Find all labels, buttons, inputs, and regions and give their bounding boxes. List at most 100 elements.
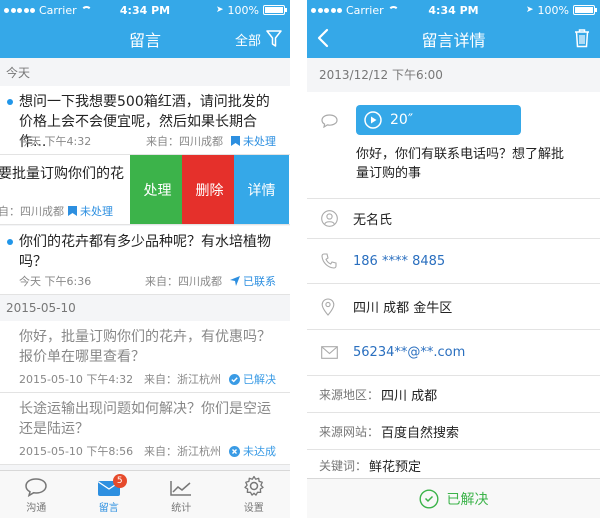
source-region-row: 来源地区： 四川 成都: [307, 376, 600, 413]
list-item[interactable]: 你好，批量订购你们的花卉，有优惠吗？报价单在哪里查看？ 2015-05-10 下…: [0, 321, 290, 393]
status-badge: 已联系: [230, 273, 276, 289]
message-date: 2013/12/12 下午6:00: [307, 58, 600, 92]
tab-label: 留言: [98, 503, 119, 514]
voice-message-button[interactable]: 20″: [356, 105, 521, 135]
source-region-value: 四川 成都: [381, 388, 438, 404]
contact-name-row: 无名氏: [307, 199, 600, 239]
trash-icon[interactable]: [574, 28, 590, 48]
list-item[interactable]: 长途运输出现问题如何解决？你们是空运还是陆运？ 2015-05-10 下午8:5…: [0, 393, 290, 465]
message-source: 来自：浙江杭州: [144, 445, 221, 458]
detail-button[interactable]: 详情: [234, 155, 289, 224]
carrier-label: Carrier: [346, 3, 384, 17]
phone-row[interactable]: 186 **** 8485: [307, 239, 600, 284]
status-badge: 已解决: [229, 371, 276, 387]
battery-percent: 100%: [537, 3, 569, 17]
battery-percent: 100%: [227, 3, 259, 17]
carrier-label: Carrier: [39, 3, 77, 17]
list-item[interactable]: 想问一下我想要500箱红酒，请问批发的价格上会不会便宜呢，然后如果长期合作...…: [0, 86, 290, 155]
bookmark-icon: [231, 136, 240, 146]
section-header-today: 今天: [0, 60, 290, 86]
nav-bar: 留言详情: [307, 20, 600, 58]
phone-number-link[interactable]: 186 **** 8485: [353, 239, 590, 283]
email-link[interactable]: 56234**@**.com: [353, 330, 590, 375]
message-block: 20″ 你好，你们有联系电话吗？想了解批量订购的事: [307, 92, 600, 199]
status-badge: 未处理: [68, 203, 113, 219]
gear-icon: [244, 475, 264, 496]
bookmark-icon: [68, 206, 77, 216]
status-bar: Carrier 4:34 PM ➤ 100%: [307, 0, 600, 20]
mail-icon: [321, 346, 338, 359]
message-time: 今天 下午6:36: [19, 275, 92, 288]
chat-bubble-icon: [25, 478, 48, 497]
delete-button[interactable]: 删除: [182, 155, 237, 224]
message-source: 来自：四川成都: [146, 135, 223, 148]
resolved-button[interactable]: 已解决: [307, 478, 600, 518]
check-circle-icon: [229, 373, 240, 385]
keyword-value: 鲜花预定: [369, 459, 422, 475]
status-badge: 未处理: [231, 133, 276, 149]
chart-line-icon: [170, 481, 192, 496]
message-source: 自：四川成都: [0, 205, 64, 218]
unread-count-badge: 5: [112, 474, 127, 488]
tab-stats[interactable]: 统计: [145, 471, 218, 518]
message-preview: 要批量订购你们的花: [0, 166, 124, 182]
message-list-screen: Carrier 4:34 PM ➤ 100% 留言 全部 今天 想问一下我想要5…: [0, 0, 290, 518]
list-item[interactable]: 你们的花卉都有多少品种呢？有水培植物吗？ 今天 下午6:36 来自：四川成都 已…: [0, 226, 290, 295]
message-time: 2015-05-10 下午4:32: [19, 373, 134, 386]
swiped-list-item[interactable]: 要批量订购你们的花 自：四川成都 未处理 处理 删除 详情: [0, 155, 290, 225]
user-icon: [321, 210, 338, 227]
tab-label: 统计: [171, 503, 192, 514]
message-time: 2015-05-10 下午8:56: [19, 445, 134, 458]
send-arrow-icon: [230, 276, 240, 286]
email-row[interactable]: 56234**@**.com: [307, 330, 600, 376]
signal-icon: [4, 7, 35, 13]
process-button[interactable]: 处理: [130, 155, 185, 224]
message-body: 你好，你们有联系电话吗？想了解批量订购的事: [356, 147, 565, 181]
status-badge: 未达成: [229, 443, 276, 459]
status-bar: Carrier 4:34 PM ➤ 100%: [0, 0, 290, 20]
message-time: 今天 下午4:32: [19, 135, 92, 148]
smile-circle-icon: [418, 488, 439, 509]
location-icon: ➤: [526, 5, 534, 15]
comment-icon: [321, 114, 338, 128]
source-site-value: 百度自然搜索: [381, 425, 460, 441]
source-site-label: 来源网站：: [319, 424, 380, 439]
message-detail-screen: Carrier 4:34 PM ➤ 100% 留言详情 2013/12/12 下…: [307, 0, 600, 518]
message-preview: 长途运输出现问题如何解决？你们是空运还是陆运？: [19, 401, 271, 437]
resolved-label: 已解决: [446, 491, 489, 508]
section-header-date: 2015-05-10: [0, 295, 290, 321]
tab-chat[interactable]: 沟通: [0, 471, 73, 518]
page-title: 留言: [128, 31, 161, 50]
page-title: 留言详情: [421, 31, 486, 50]
filter-button[interactable]: 全部: [235, 20, 282, 58]
tab-label: 沟通: [26, 503, 47, 514]
tab-bar: 沟通 5 留言 统计 设置: [0, 470, 290, 518]
tab-messages[interactable]: 5 留言: [73, 471, 146, 518]
address-value: 四川 成都 金牛区: [353, 301, 453, 316]
unread-dot-icon: [7, 99, 13, 105]
map-pin-icon: [321, 297, 335, 316]
message-preview: 你们的花卉都有多少品种呢？有水培植物吗？: [19, 234, 271, 270]
keyword-label: 关键词：: [319, 458, 368, 473]
nav-bar: 留言 全部: [0, 20, 290, 58]
wifi-icon: [387, 6, 399, 14]
wifi-icon: [80, 6, 92, 14]
keyword-row: 关键词： 鲜花预定: [307, 450, 600, 480]
tab-settings[interactable]: 设置: [218, 471, 291, 518]
voice-duration: 20″: [390, 112, 414, 128]
message-source: 来自：四川成都: [145, 275, 222, 288]
tab-label: 设置: [243, 503, 264, 514]
source-site-row: 来源网站： 百度自然搜索: [307, 413, 600, 450]
play-circle-icon: [364, 111, 382, 129]
message-preview: 你好，批量订购你们的花卉，有优惠吗？报价单在哪里查看？: [19, 329, 271, 365]
phone-icon: [321, 253, 337, 269]
unread-dot-icon: [7, 239, 13, 245]
contact-name: 无名氏: [353, 213, 393, 228]
address-row: 四川 成都 金牛区: [307, 284, 600, 330]
funnel-icon: [266, 30, 282, 47]
back-chevron-icon[interactable]: [317, 28, 329, 48]
battery-icon: [263, 5, 287, 15]
battery-icon: [573, 5, 597, 15]
filter-label: 全部: [234, 33, 261, 49]
cross-circle-icon: [229, 445, 240, 457]
